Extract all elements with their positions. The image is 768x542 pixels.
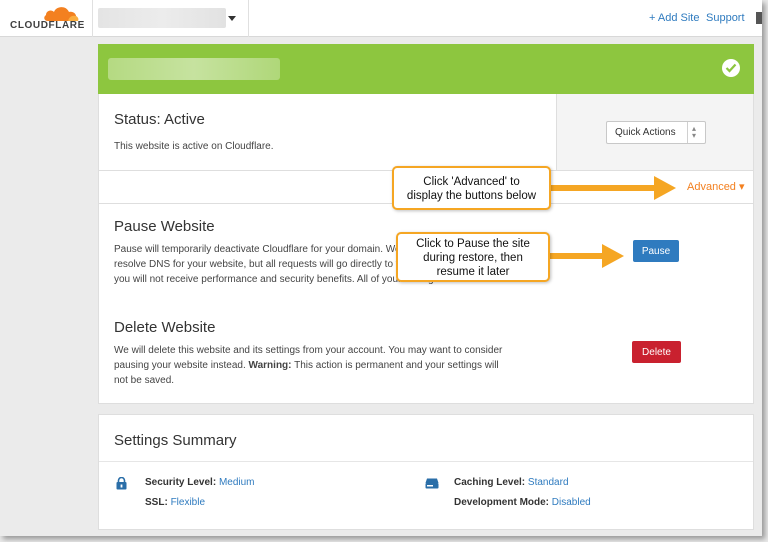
delete-website-title: Delete Website bbox=[114, 319, 216, 336]
lock-icon bbox=[116, 477, 127, 490]
status-title: Status: Active bbox=[114, 111, 205, 128]
card-divider bbox=[99, 461, 753, 462]
delete-text-line: not be saved. bbox=[114, 375, 175, 386]
delete-text-line: pausing your website instead. Warning: T… bbox=[114, 358, 544, 373]
delete-text-fragment: This action is permanent and your settin… bbox=[291, 360, 499, 371]
site-banner bbox=[98, 44, 754, 94]
development-mode-value[interactable]: Disabled bbox=[552, 497, 591, 508]
development-mode-row: Development Mode: Disabled bbox=[454, 497, 591, 508]
quick-actions-label: Quick Actions bbox=[615, 127, 676, 138]
add-site-link[interactable]: + Add Site bbox=[649, 12, 699, 24]
status-description: This website is active on Cloudflare. bbox=[114, 141, 274, 152]
security-level-value[interactable]: Medium bbox=[219, 477, 255, 488]
development-mode-label: Development Mode: bbox=[454, 497, 550, 508]
settings-summary-title: Settings Summary bbox=[114, 432, 237, 449]
delete-website-description: We will delete this website and its sett… bbox=[114, 343, 544, 388]
ssl-label: SSL: bbox=[145, 497, 168, 508]
account-menu-edge[interactable] bbox=[756, 12, 762, 24]
app-window: CLOUDFLARE + Add Site Support Status: Ac… bbox=[0, 0, 762, 536]
domain-selector[interactable] bbox=[98, 8, 238, 28]
caching-level-label: Caching Level: bbox=[454, 477, 526, 488]
callout-line: display the buttons below bbox=[406, 190, 537, 202]
drive-icon bbox=[425, 478, 439, 489]
quick-actions-select[interactable]: Quick Actions ▴ ▾ bbox=[606, 121, 706, 144]
callout-line: Click 'Advanced' to bbox=[423, 176, 520, 188]
pause-button[interactable]: Pause bbox=[633, 240, 679, 262]
chevron-down-icon bbox=[228, 16, 236, 21]
pause-callout-arrow bbox=[548, 244, 624, 268]
advanced-callout-arrow bbox=[548, 176, 676, 200]
advanced-callout: Click 'Advanced' to display the buttons … bbox=[392, 166, 551, 210]
settings-summary-card: Settings Summary Security Level: Medium … bbox=[98, 414, 754, 530]
security-level-label: Security Level: bbox=[145, 477, 217, 488]
support-link[interactable]: Support bbox=[706, 12, 745, 24]
warning-label: Warning: bbox=[248, 360, 292, 371]
quick-actions-panel: Quick Actions ▴ ▾ bbox=[557, 94, 753, 170]
delete-text-fragment: pausing your website instead. bbox=[114, 360, 249, 371]
domain-name-redacted bbox=[98, 8, 226, 28]
stepper-icon: ▴ ▾ bbox=[692, 124, 697, 140]
select-separator bbox=[687, 122, 688, 143]
caching-level-row: Caching Level: Standard bbox=[454, 477, 569, 488]
advanced-toggle[interactable]: Advanced ▾ bbox=[687, 180, 745, 193]
callout-line: during restore, then bbox=[423, 252, 523, 264]
callout-line: Click to Pause the site bbox=[416, 238, 530, 250]
status-panel: Status: Active This website is active on… bbox=[99, 94, 557, 170]
check-circle-icon bbox=[722, 59, 740, 77]
nav-divider bbox=[248, 0, 249, 37]
pause-callout: Click to Pause the site during restore, … bbox=[396, 232, 550, 282]
site-name-redacted bbox=[108, 58, 280, 80]
ssl-row: SSL: Flexible bbox=[145, 497, 205, 508]
delete-button[interactable]: Delete bbox=[632, 341, 681, 363]
cloudflare-logo[interactable]: CLOUDFLARE bbox=[8, 3, 86, 33]
pause-website-title: Pause Website bbox=[114, 218, 215, 235]
security-level-row: Security Level: Medium bbox=[145, 477, 255, 488]
top-navigation-bar: CLOUDFLARE + Add Site Support bbox=[0, 0, 762, 37]
callout-line: resume it later bbox=[436, 266, 510, 278]
ssl-value[interactable]: Flexible bbox=[171, 497, 205, 508]
delete-text-line: We will delete this website and its sett… bbox=[114, 345, 503, 356]
logo-text: CLOUDFLARE bbox=[10, 20, 85, 31]
nav-divider bbox=[92, 0, 93, 37]
caching-level-value[interactable]: Standard bbox=[528, 477, 569, 488]
